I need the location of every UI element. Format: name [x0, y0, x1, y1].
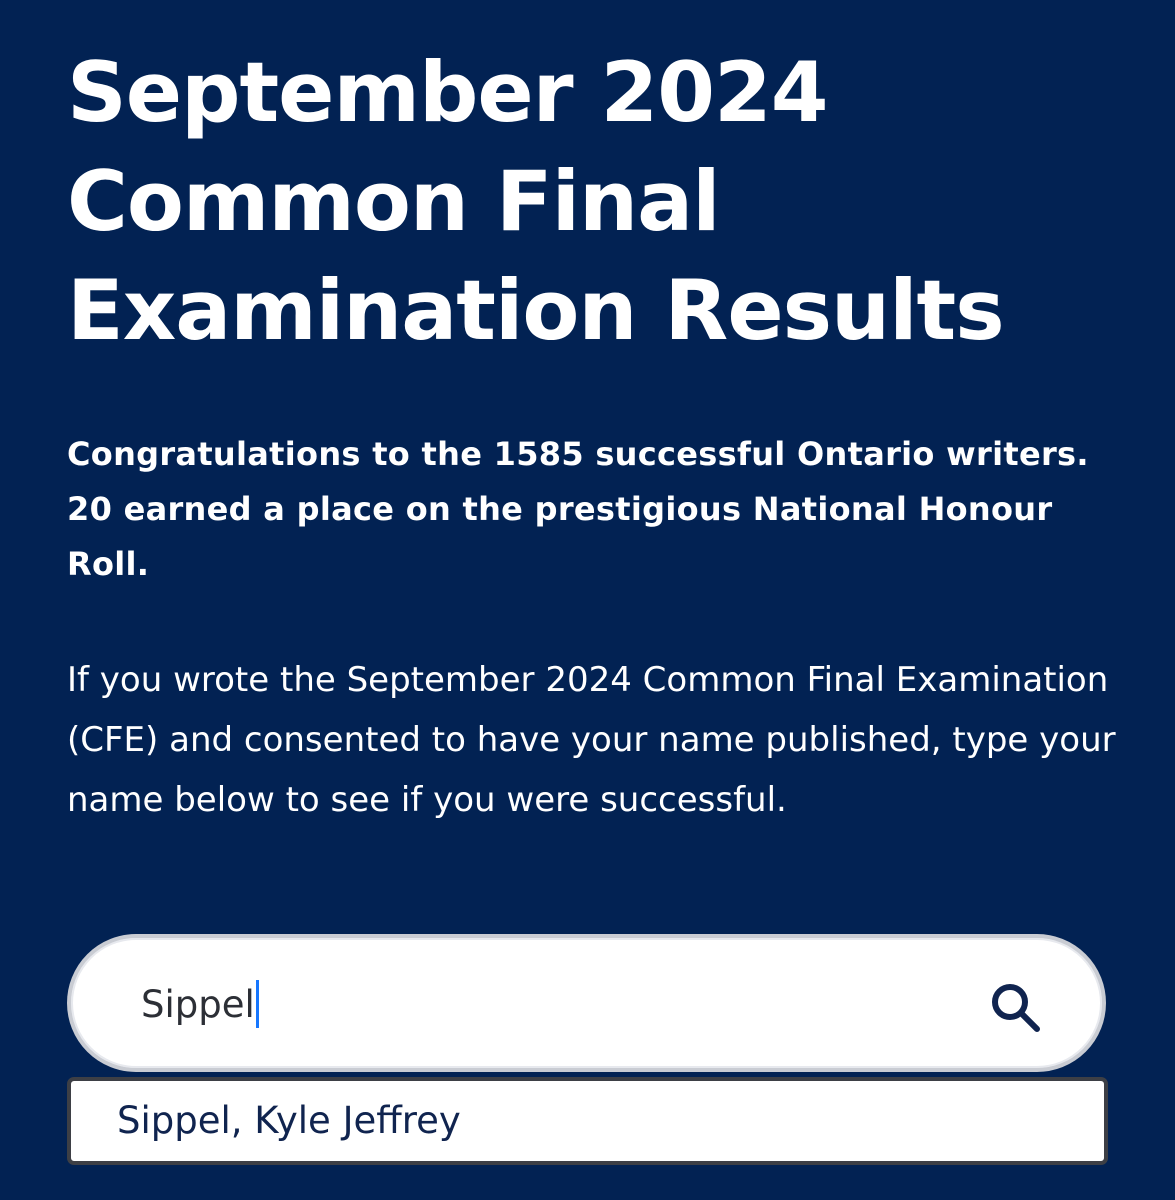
results-page: September 2024 Common Final Examination … [67, 38, 1127, 820]
congratulations-message: Congratulations to the 1585 successful O… [67, 435, 1089, 583]
search-instructions: If you wrote the September 2024 Common F… [67, 660, 1116, 820]
search-input[interactable]: Sippel [141, 974, 259, 1034]
search-icon [992, 984, 1040, 1032]
search-box[interactable]: Sippel [67, 934, 1106, 1072]
search-input-value: Sippel [141, 982, 255, 1026]
page-title: September 2024 Common Final Examination … [67, 44, 1005, 359]
search-button[interactable] [986, 978, 1044, 1036]
text-cursor [255, 980, 259, 1028]
autocomplete-dropdown: Sippel, Kyle Jeffrey [67, 1077, 1108, 1165]
autocomplete-option[interactable]: Sippel, Kyle Jeffrey [117, 1097, 461, 1145]
